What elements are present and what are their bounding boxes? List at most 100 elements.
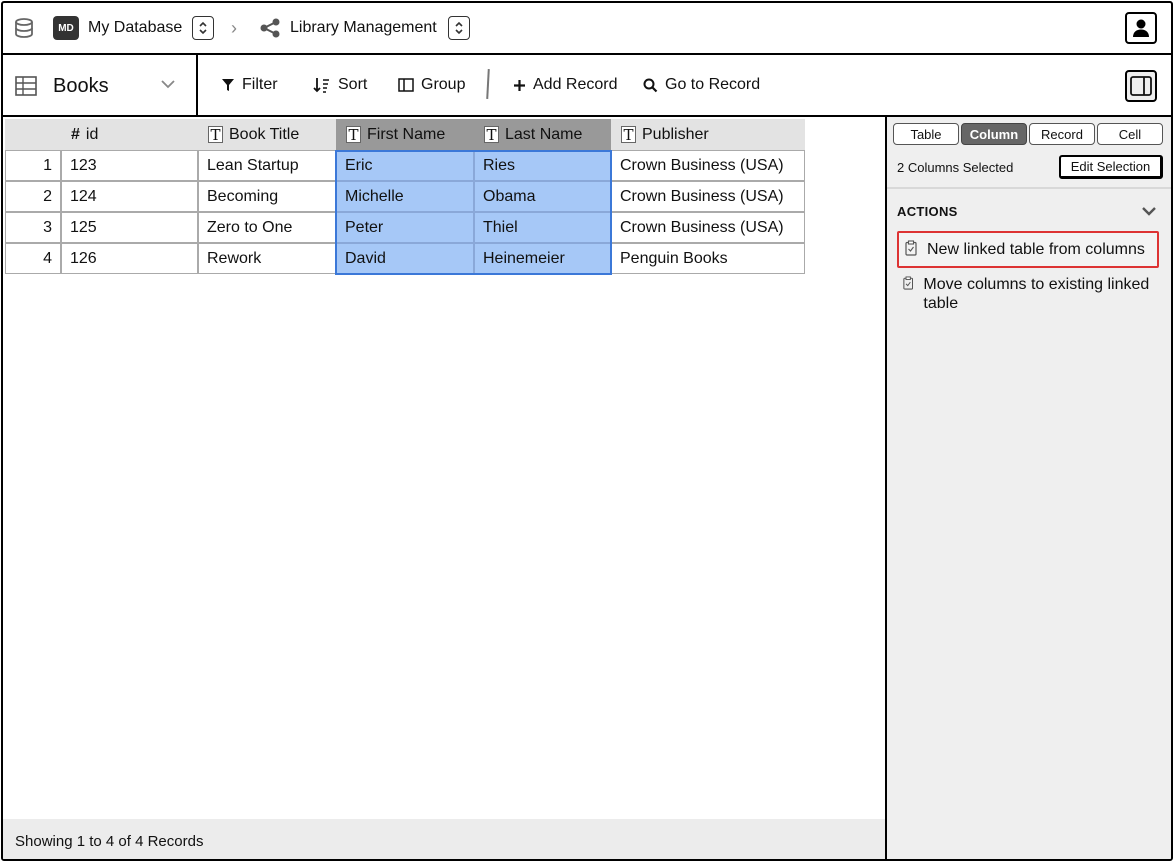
cell-last-name[interactable]: Obama [474,181,611,212]
cell-first-name[interactable]: Michelle [336,181,474,212]
row-number: 1 [5,150,61,181]
chevron-updown-icon [455,21,463,35]
chevron-down-icon [161,80,175,89]
add-record-button[interactable]: Add Record [513,55,618,115]
clipboard-icon [905,240,917,256]
table-picker[interactable]: Books [3,55,198,117]
group-label: Group [421,76,466,93]
cell-id[interactable]: 124 [61,181,198,212]
breadcrumb-separator-icon: › [231,17,237,38]
table-row[interactable]: 3 125 Zero to One Peter Thiel Crown Busi… [5,212,805,243]
go-to-record-button[interactable]: Go to Record [643,55,760,115]
add-record-label: Add Record [533,76,618,93]
column-header-first-name[interactable]: T First Name [336,119,474,150]
column-header-label: Book Title [229,125,300,143]
records-footer: Showing 1 to 4 of 4 Records [3,819,885,859]
sort-icon [313,78,329,93]
search-icon [643,78,658,92]
cell-publisher[interactable]: Crown Business (USA) [611,181,805,212]
column-header-label: Publisher [642,125,709,143]
cell-last-name[interactable]: Heinemeier [474,243,611,274]
database-badge: MD [53,16,79,40]
database-switcher[interactable] [192,16,214,40]
panel-divider [887,187,1171,189]
filter-label: Filter [242,76,278,93]
table-row[interactable]: 1 123 Lean Startup Eric Ries Crown Busin… [5,150,805,181]
tab-cell[interactable]: Cell [1097,123,1163,145]
column-header-book-title[interactable]: T Book Title [198,119,336,150]
table-row[interactable]: 4 126 Rework David Heinemeier Penguin Bo… [5,243,805,274]
cell-publisher[interactable]: Penguin Books [611,243,805,274]
chevron-down-icon[interactable] [1141,205,1157,217]
column-header-last-name[interactable]: T Last Name [474,119,611,150]
table-area: # id T Book Title T First Name T Last Na… [3,117,887,859]
cell-first-name[interactable]: David [336,243,474,274]
text-type-icon: T [208,126,223,144]
cell-last-name[interactable]: Ries [474,150,611,181]
panel-toggle-button[interactable] [1125,70,1157,102]
cell-first-name[interactable]: Peter [336,212,474,243]
text-type-icon: T [346,126,361,144]
text-type-icon: T [484,126,499,144]
move-columns-action[interactable]: Move columns to existing linked table [897,268,1159,320]
row-number: 4 [5,243,61,274]
user-icon [1133,19,1149,37]
table-grid-icon [15,76,37,96]
row-number: 3 [5,212,61,243]
column-header-label: Last Name [505,125,583,143]
database-name[interactable]: My Database [88,3,182,53]
toolbar: Books Filter Sort Group Add Record Go to… [3,55,1171,117]
edit-selection-button[interactable]: Edit Selection [1059,155,1163,179]
group-button[interactable]: Group [398,55,465,115]
cell-book-title[interactable]: Zero to One [198,212,336,243]
cell-publisher[interactable]: Crown Business (USA) [611,150,805,181]
filter-button[interactable]: Filter [221,55,278,115]
toolbar-divider [486,68,490,100]
tab-column[interactable]: Column [961,123,1027,145]
sort-button[interactable]: Sort [313,55,367,115]
column-header-label: id [85,125,99,143]
library-name[interactable]: Library Management [290,3,437,53]
row-number: 2 [5,181,61,212]
table-row[interactable]: 2 124 Becoming Michelle Obama Crown Busi… [5,181,805,212]
cell-id[interactable]: 125 [61,212,198,243]
column-header-id[interactable]: # id [61,119,198,150]
column-header-label: First Name [367,125,446,143]
actions-heading: ACTIONS [897,204,958,219]
cell-book-title[interactable]: Lean Startup [198,150,336,181]
app-window: MD My Database › Library Management Book… [1,1,1173,861]
tab-record[interactable]: Record [1029,123,1095,145]
cell-book-title[interactable]: Becoming [198,181,336,212]
tab-table[interactable]: Table [893,123,959,145]
cell-publisher[interactable]: Crown Business (USA) [611,212,805,243]
group-columns-icon [398,78,414,92]
inspector-panel: Table Column Record Cell 2 Columns Selec… [887,117,1171,859]
new-linked-table-action[interactable]: New linked table from columns [897,231,1159,268]
number-type-icon: # [71,125,80,143]
clipboard-icon [903,276,914,290]
cell-first-name[interactable]: Eric [336,150,474,181]
table-name: Books [53,74,109,97]
chevron-updown-icon [199,21,207,35]
cell-last-name[interactable]: Thiel [474,212,611,243]
action-label: Move columns to existing linked table [923,276,1150,312]
selection-count: 2 Columns Selected [897,160,1014,175]
panel-tabs: Table Column Record Cell [893,123,1163,145]
sidebar-panel-icon [1130,76,1152,96]
go-to-record-label: Go to Record [665,76,761,93]
database-icon[interactable] [11,3,37,53]
cell-id[interactable]: 126 [61,243,198,274]
user-button[interactable] [1125,12,1157,44]
filter-icon [222,79,234,91]
share-nodes-icon [259,3,281,53]
cell-book-title[interactable]: Rework [198,243,336,274]
text-type-icon: T [621,126,636,144]
cell-id[interactable]: 123 [61,150,198,181]
library-switcher[interactable] [448,16,470,40]
sort-label: Sort [338,76,368,93]
header-row: # id T Book Title T First Name T Last Na… [5,119,805,150]
column-header-publisher[interactable]: T Publisher [611,119,805,150]
action-label: New linked table from columns [927,241,1145,258]
top-bar: MD My Database › Library Management [3,3,1171,55]
plus-icon [514,79,525,91]
